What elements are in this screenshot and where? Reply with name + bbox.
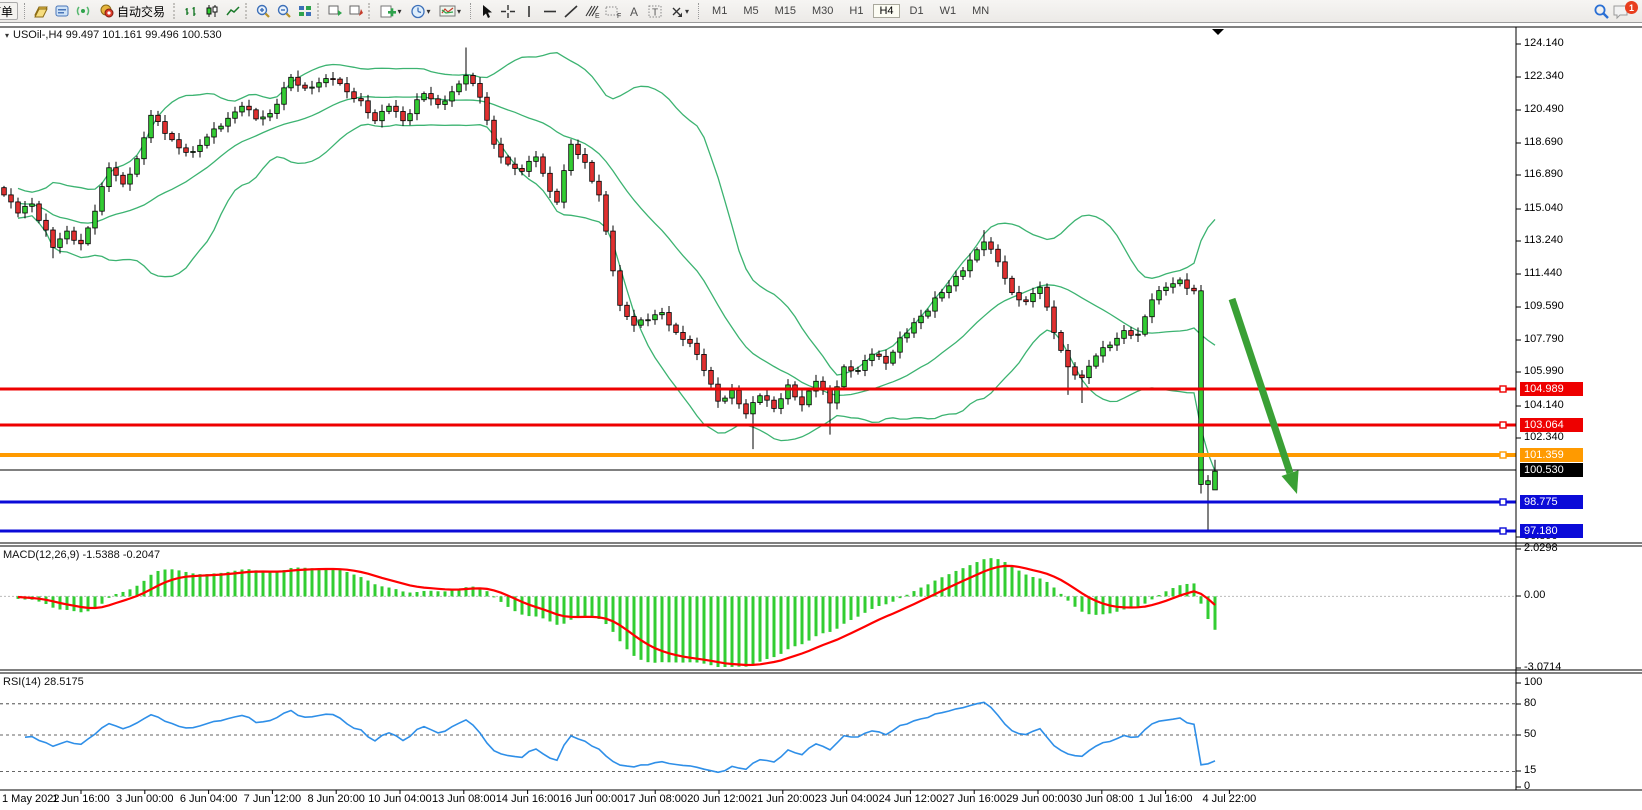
timeframe-button-h1[interactable]: H1 [843, 4, 869, 18]
svg-text:F: F [617, 13, 621, 19]
timeframe-button-m5[interactable]: M5 [737, 4, 764, 18]
price-level-badge[interactable]: 98.775 [1520, 495, 1583, 509]
price-axis-tick: 109.590 [1524, 300, 1564, 312]
autotrade-button[interactable]: 自动交易 [94, 2, 170, 20]
rsi-axis-tick: 0 [1524, 780, 1530, 792]
price-axis-tick: 116.890 [1524, 168, 1563, 180]
price-axis-tick: 104.140 [1524, 399, 1564, 411]
time-axis-label: 4 Jul 22:00 [1184, 793, 1274, 805]
price-axis-tick: 122.340 [1524, 70, 1564, 82]
toolbar-grip [368, 3, 373, 19]
market-watch-icon[interactable] [30, 2, 51, 20]
svg-text:T: T [652, 7, 658, 18]
price-axis-tick: 105.990 [1524, 365, 1564, 377]
toolbar: 订单 自动交易 [0, 0, 1642, 23]
search-icon[interactable] [1591, 2, 1612, 20]
toolbar-separator [470, 3, 472, 19]
timeframe-group: M1 M5 M15 M30 H1 H4 D1 W1MN [704, 3, 997, 19]
toolbar-grip [245, 3, 250, 19]
cursor-icon[interactable] [476, 2, 497, 20]
shapes-dropdown[interactable]: ▾ [665, 2, 693, 20]
timeframe-button-d1[interactable]: D1 [904, 4, 930, 18]
cascade-windows-icon[interactable] [324, 2, 345, 20]
price-axis-tick: 115.040 [1524, 202, 1563, 214]
chat-button[interactable]: 1 [1612, 1, 1638, 21]
price-level-badge[interactable]: 104.989 [1520, 382, 1583, 396]
timeframe-button-m15[interactable]: M15 [769, 4, 802, 18]
price-level-badge[interactable]: 103.064 [1520, 418, 1583, 432]
zoom-in-icon[interactable] [252, 2, 273, 20]
notification-badge: 1 [1625, 1, 1638, 14]
collapse-triangle-icon[interactable]: ▾ [5, 31, 9, 40]
bar-chart-icon[interactable] [180, 2, 201, 20]
rsi-axis-tick: 15 [1524, 764, 1536, 776]
application-window: 订单 自动交易 [0, 0, 1642, 810]
timeframe-button-mn[interactable]: MN [966, 4, 995, 18]
macd-axis-tick: 0.00 [1524, 589, 1545, 601]
crosshair-icon[interactable] [497, 2, 518, 20]
chart-symbol-title[interactable]: ▾ USOil-,H4 99.497 101.161 99.496 100.53… [5, 29, 222, 41]
toolbar-separator [24, 3, 26, 19]
price-axis-tick: 113.240 [1524, 234, 1563, 246]
vertical-line-icon[interactable] [518, 2, 539, 20]
channel-icon[interactable]: F [602, 2, 623, 20]
arrange-windows-icon[interactable] [345, 2, 366, 20]
zoom-out-icon[interactable] [273, 2, 294, 20]
price-axis-tick: 124.140 [1524, 37, 1564, 49]
candlestick-chart-icon[interactable] [201, 2, 222, 20]
signals-icon[interactable] [72, 2, 93, 20]
toolbar-grip [317, 3, 322, 19]
periods-dropdown[interactable]: ▾ [405, 2, 435, 20]
macd-axis-tick: 2.0298 [1524, 542, 1558, 554]
templates-dropdown[interactable]: ▾ [435, 2, 465, 20]
price-axis-tick: 118.690 [1524, 136, 1563, 148]
timeframe-button-m30[interactable]: M30 [806, 4, 839, 18]
timeframe-button-h4[interactable]: H4 [873, 4, 899, 18]
rsi-axis-tick: 80 [1524, 697, 1536, 709]
rsi-axis-tick: 50 [1524, 728, 1536, 740]
data-window-icon[interactable] [51, 2, 72, 20]
price-level-badge[interactable]: 100.530 [1520, 463, 1583, 477]
price-level-badge[interactable]: 101.359 [1520, 448, 1583, 462]
price-axis-tick: 107.790 [1524, 333, 1564, 345]
horizontal-line-icon[interactable] [539, 2, 560, 20]
new-chart-dropdown[interactable]: ▾ [375, 2, 405, 20]
toolbar-grip [173, 3, 178, 19]
line-chart-icon[interactable] [222, 2, 243, 20]
svg-text:E: E [595, 13, 600, 19]
text-icon[interactable]: A [623, 2, 644, 20]
timeframe-button-w1[interactable]: W1 [934, 4, 963, 18]
rsi-axis-tick: 100 [1524, 676, 1542, 688]
price-axis-tick: 120.490 [1524, 103, 1564, 115]
rsi-pane-label: RSI(14) 28.5175 [3, 676, 84, 688]
price-axis-tick: 102.340 [1524, 431, 1564, 443]
tile-windows-icon[interactable] [294, 2, 315, 20]
toolbar-separator [698, 3, 700, 19]
trendline-icon[interactable] [560, 2, 581, 20]
macd-axis-tick: -3.0714 [1524, 661, 1561, 673]
timeframe-button-m1[interactable]: M1 [706, 4, 733, 18]
fibonacci-icon[interactable]: E [581, 2, 602, 20]
price-level-badge[interactable]: 97.180 [1520, 524, 1583, 538]
chart-canvas[interactable] [0, 0, 1642, 810]
svg-text:A: A [630, 5, 638, 19]
price-axis-tick: 111.440 [1524, 267, 1562, 279]
macd-pane-label: MACD(12,26,9) -1.5388 -0.2047 [3, 549, 160, 561]
new-order-button[interactable]: 订单 [0, 2, 18, 20]
text-label-icon[interactable]: T [644, 2, 665, 20]
